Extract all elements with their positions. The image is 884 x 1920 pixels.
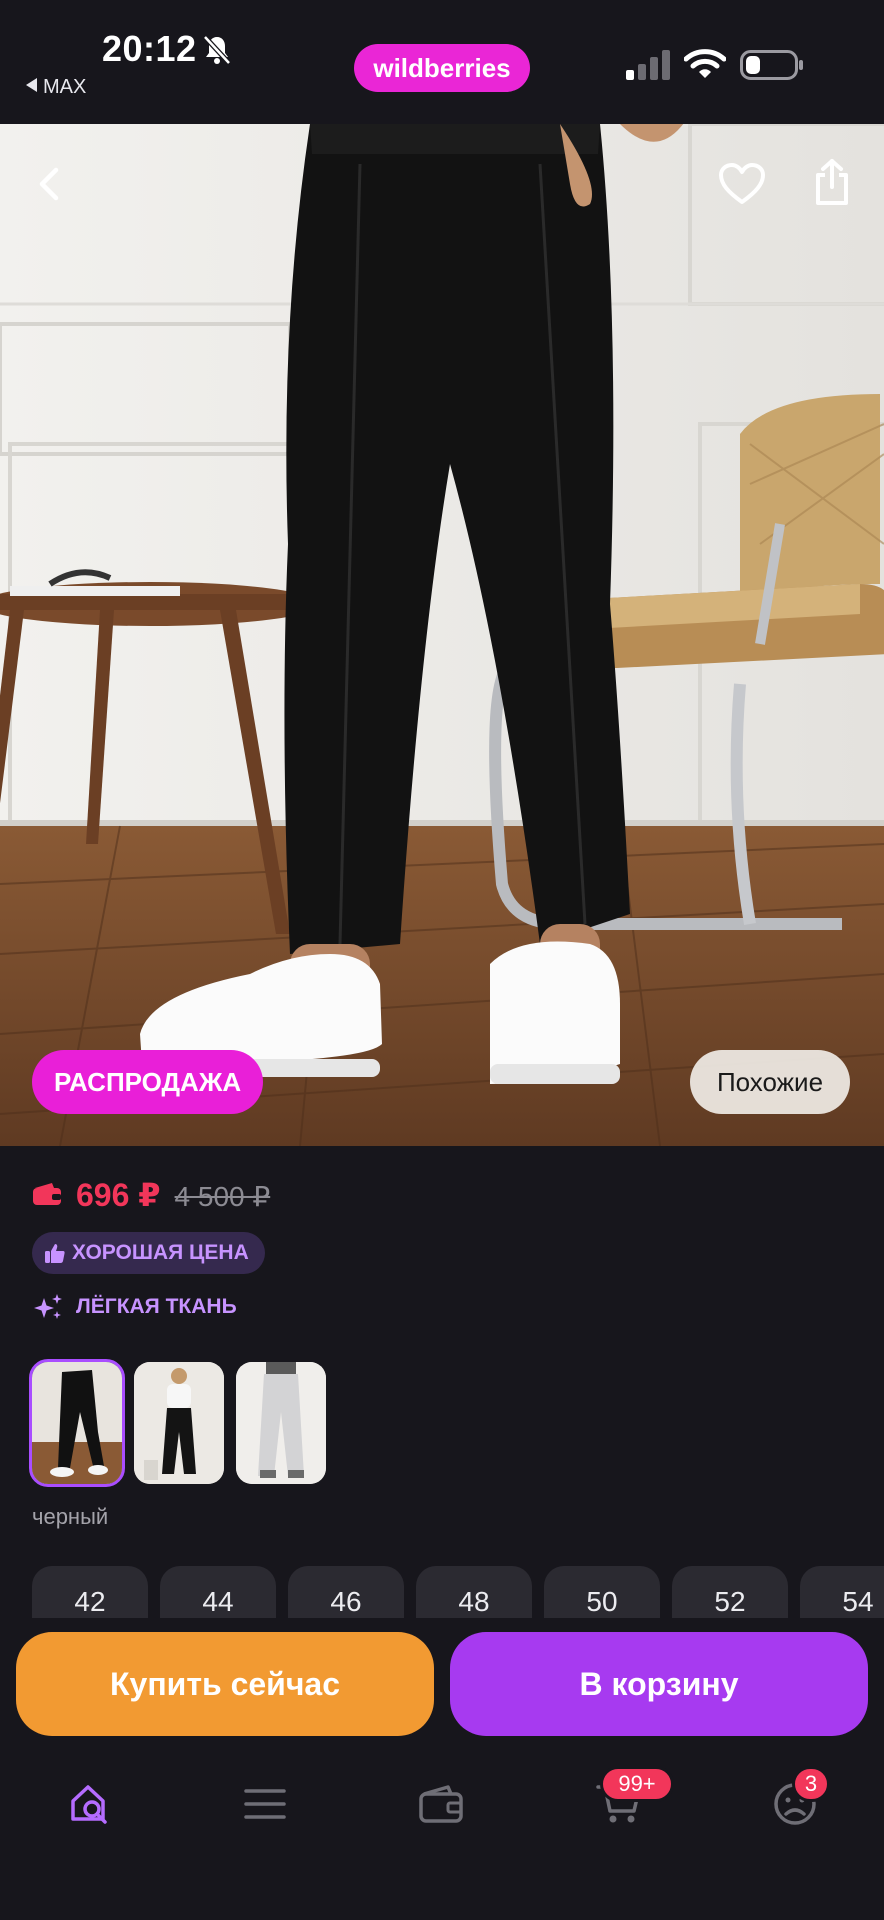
favorite-button[interactable] xyxy=(710,152,774,216)
thumbs-up-icon xyxy=(45,1244,65,1263)
variant-image xyxy=(134,1362,224,1484)
heart-icon xyxy=(719,163,765,204)
status-bar: 20:12 MAX wildberries xyxy=(0,0,884,124)
old-price: 4 500 ₽ xyxy=(174,1181,271,1212)
add-to-cart-button[interactable]: В корзину xyxy=(450,1632,868,1736)
feature-label: ЛЁГКАЯ ТКАНЬ xyxy=(32,1292,237,1322)
tab-catalog[interactable] xyxy=(230,1776,300,1832)
home-search-icon xyxy=(71,1785,107,1824)
variant-thumb-black[interactable] xyxy=(29,1359,125,1487)
price-row: 696 ₽ 4 500 ₽ xyxy=(32,1176,270,1214)
product-photo[interactable] xyxy=(0,124,884,1146)
back-to-app-link[interactable]: MAX xyxy=(26,76,86,99)
color-variants xyxy=(29,1359,326,1487)
variant-image xyxy=(32,1362,122,1484)
back-button[interactable] xyxy=(18,152,82,216)
wallet-price-icon xyxy=(33,1183,61,1205)
wallet-icon xyxy=(419,1785,463,1823)
menu-icon xyxy=(244,1789,286,1819)
battery-icon xyxy=(740,50,803,80)
color-name: черный xyxy=(32,1504,109,1529)
variant-thumb-3[interactable] xyxy=(236,1362,326,1484)
cart-count-badge: 99+ xyxy=(600,1766,674,1802)
profile-notification-badge: 3 xyxy=(792,1766,830,1802)
good-price-badge: ХОРОШАЯ ЦЕНА xyxy=(32,1232,265,1274)
product-photo-illustration xyxy=(0,124,884,1146)
bell-off-icon xyxy=(203,35,231,65)
bottom-navigation xyxy=(0,1746,884,1920)
back-triangle-icon xyxy=(26,78,37,92)
share-icon xyxy=(816,159,848,205)
sparkles-icon xyxy=(34,1294,62,1319)
current-price: 696 ₽ xyxy=(76,1177,161,1213)
brand-logo: wildberries xyxy=(354,44,530,92)
sale-badge[interactable]: РАСПРОДАЖА xyxy=(32,1050,264,1114)
tab-wallet[interactable] xyxy=(406,1776,476,1832)
buy-now-button[interactable]: Купить сейчас xyxy=(16,1632,434,1736)
chevron-left-icon xyxy=(39,167,59,201)
clock: 20:12 xyxy=(102,28,197,69)
similar-button[interactable]: Похожие xyxy=(690,1050,850,1114)
wifi-icon xyxy=(684,49,726,78)
tab-home[interactable] xyxy=(56,1776,126,1832)
variant-thumb-2[interactable] xyxy=(134,1362,224,1484)
share-button[interactable] xyxy=(800,150,864,214)
variant-image xyxy=(236,1362,326,1484)
cell-signal-icon xyxy=(626,50,670,80)
